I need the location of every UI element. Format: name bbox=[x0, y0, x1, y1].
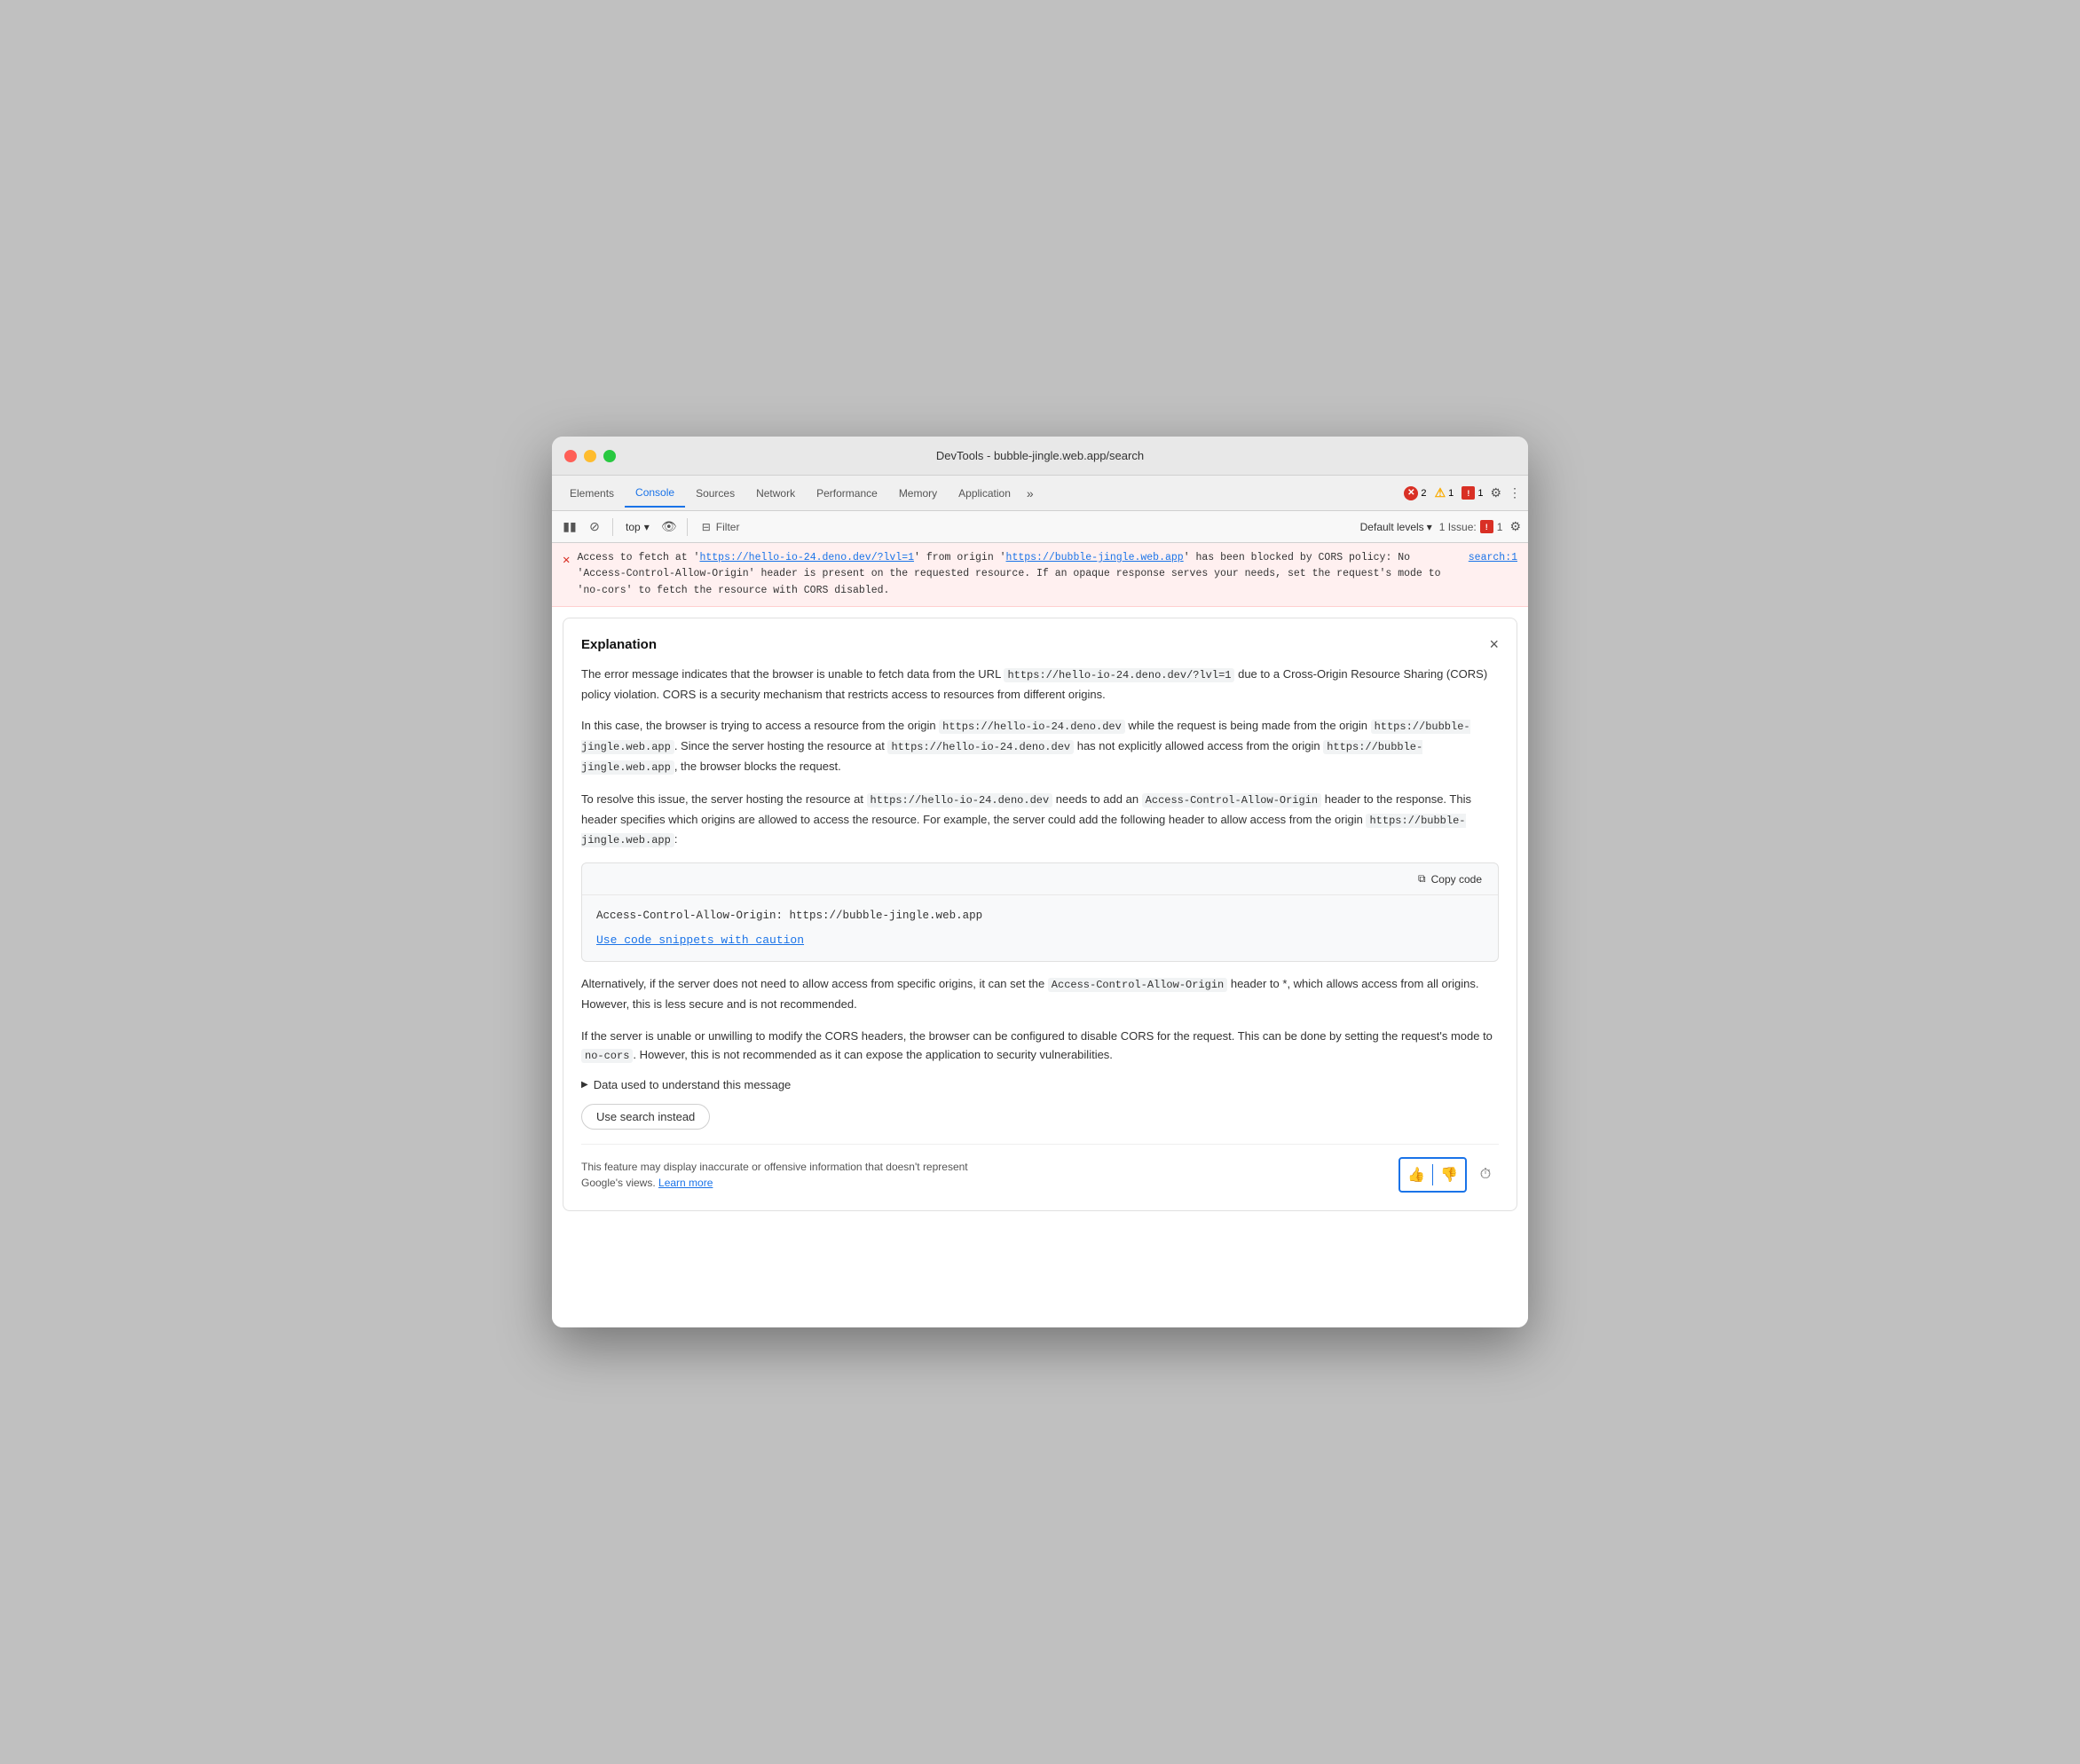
tab-network[interactable]: Network bbox=[745, 480, 806, 507]
error-mid1: ' from origin ' bbox=[914, 552, 1006, 563]
console-settings-icon[interactable]: ⚙ bbox=[1509, 519, 1521, 534]
toolbar-left: ▮▮ ⊘ top ▾ 👁 ⊟ Filter bbox=[559, 516, 746, 538]
error-icon: ✕ bbox=[1404, 486, 1418, 500]
explanation-header: Explanation × bbox=[581, 636, 1499, 652]
filter-area[interactable]: ⊟ Filter bbox=[695, 519, 747, 535]
explanation-title: Explanation bbox=[581, 637, 657, 652]
copy-icon: ⧉ bbox=[1418, 872, 1426, 886]
explanation-para4: Alternatively, if the server does not ne… bbox=[581, 974, 1499, 1013]
toolbar-right: Default levels ▾ 1 Issue: ! 1 ⚙ bbox=[1360, 519, 1521, 534]
explanation-panel: Explanation × The error message indicate… bbox=[563, 618, 1517, 1211]
explanation-para5: If the server is unable or unwilling to … bbox=[581, 1027, 1499, 1066]
warning-count: 1 bbox=[1448, 488, 1454, 499]
explanation-para1: The error message indicates that the bro… bbox=[581, 665, 1499, 704]
use-search-button[interactable]: Use search instead bbox=[581, 1104, 710, 1130]
error-url2[interactable]: https://bubble-jingle.web.app bbox=[1006, 552, 1184, 563]
console-scroll-area[interactable]: ✕ Access to fetch at 'https://hello-io-2… bbox=[552, 543, 1528, 1327]
issue-badge-count: 1 bbox=[1497, 521, 1503, 533]
warning-icon: ⚠ bbox=[1435, 485, 1446, 500]
more-options-icon[interactable]: ⋮ bbox=[1509, 485, 1521, 500]
maximize-button[interactable] bbox=[603, 450, 616, 462]
feedback-area: 👍 👎 ⏱ bbox=[1398, 1157, 1499, 1193]
tab-console[interactable]: Console bbox=[625, 479, 685, 508]
tab-memory[interactable]: Memory bbox=[888, 480, 948, 507]
settings-icon[interactable]: ⚙ bbox=[1490, 485, 1501, 500]
toolbar-separator-1 bbox=[612, 518, 613, 536]
filter-funnel-icon: ⊟ bbox=[702, 521, 711, 533]
tabs-bar: Elements Console Sources Network Perform… bbox=[552, 476, 1528, 511]
copy-code-label: Copy code bbox=[1431, 873, 1482, 886]
error-row-icon: ✕ bbox=[563, 551, 570, 571]
default-levels-arrow: ▾ bbox=[1427, 521, 1432, 533]
error-row-text: Access to fetch at 'https://hello-io-24.… bbox=[577, 550, 1461, 599]
error-row: ✕ Access to fetch at 'https://hello-io-2… bbox=[552, 543, 1528, 607]
error-source-link[interactable]: search:1 bbox=[1469, 550, 1517, 566]
tab-elements[interactable]: Elements bbox=[559, 480, 625, 507]
explanation-para2: In this case, the browser is trying to a… bbox=[581, 716, 1499, 776]
triangle-right-icon: ▶ bbox=[581, 1080, 588, 1090]
issue-badge: 1 Issue: ! 1 bbox=[1439, 520, 1503, 533]
error-url1[interactable]: https://hello-io-24.deno.dev/?lvl=1 bbox=[699, 552, 914, 563]
tab-application[interactable]: Application bbox=[948, 480, 1021, 507]
issue-count: 1 bbox=[1477, 488, 1483, 499]
error-badge: ✕ 2 ⚠ 1 ! 1 bbox=[1404, 485, 1483, 500]
titlebar: DevTools - bubble-jingle.web.app/search bbox=[552, 437, 1528, 476]
top-label: top bbox=[626, 521, 641, 533]
copy-code-button[interactable]: ⧉ Copy code bbox=[1413, 870, 1487, 887]
filter-label: Filter bbox=[716, 521, 740, 533]
window-title: DevTools - bubble-jingle.web.app/search bbox=[936, 449, 1144, 462]
more-tabs-button[interactable]: » bbox=[1021, 486, 1039, 500]
feedback-group: 👍 👎 bbox=[1398, 1157, 1467, 1193]
minimize-button[interactable] bbox=[584, 450, 596, 462]
default-levels-label: Default levels bbox=[1360, 521, 1424, 533]
caution-link[interactable]: Use code snippets with caution bbox=[596, 932, 1484, 949]
dropdown-arrow: ▾ bbox=[644, 521, 650, 533]
issue-badge-icon: ! bbox=[1480, 520, 1493, 533]
learn-more-link[interactable]: Learn more bbox=[658, 1177, 713, 1189]
tab-performance[interactable]: Performance bbox=[806, 480, 888, 507]
tab-sources[interactable]: Sources bbox=[685, 480, 745, 507]
code-line: Access-Control-Allow-Origin: https://bub… bbox=[596, 908, 1484, 925]
data-used-label: Data used to understand this message bbox=[594, 1078, 792, 1091]
console-toolbar: ▮▮ ⊘ top ▾ 👁 ⊟ Filter Default levels ▾ bbox=[552, 511, 1528, 543]
explanation-para3: To resolve this issue, the server hostin… bbox=[581, 790, 1499, 850]
data-used-section[interactable]: ▶ Data used to understand this message bbox=[581, 1078, 1499, 1091]
disclaimer-body: This feature may display inaccurate or o… bbox=[581, 1161, 968, 1189]
clear-console-icon[interactable]: ⊘ bbox=[584, 516, 605, 538]
toolbar-separator-2 bbox=[687, 518, 688, 536]
error-mid2: ' has bbox=[1184, 552, 1215, 563]
tabs-right: ✕ 2 ⚠ 1 ! 1 ⚙ ⋮ bbox=[1404, 485, 1521, 500]
context-selector[interactable]: top ▾ bbox=[620, 519, 655, 535]
disclaimer-text: This feature may display inaccurate or o… bbox=[581, 1159, 1007, 1191]
eye-icon[interactable]: 👁 bbox=[658, 516, 680, 538]
info-button[interactable]: ⏱ bbox=[1472, 1162, 1499, 1188]
error-prefix: Access to fetch at ' bbox=[577, 552, 699, 563]
issue-icon: ! bbox=[1462, 486, 1475, 500]
thumbs-up-button[interactable]: 👍 bbox=[1400, 1159, 1432, 1191]
default-levels-selector[interactable]: Default levels ▾ bbox=[1360, 521, 1432, 533]
sidebar-toggle-icon[interactable]: ▮▮ bbox=[559, 516, 580, 538]
close-button[interactable] bbox=[564, 450, 577, 462]
code-block-body: Access-Control-Allow-Origin: https://bub… bbox=[582, 895, 1498, 961]
code-block: ⧉ Copy code Access-Control-Allow-Origin:… bbox=[581, 862, 1499, 962]
code-block-header: ⧉ Copy code bbox=[582, 863, 1498, 895]
close-button[interactable]: × bbox=[1489, 636, 1499, 652]
issue-label: 1 Issue: bbox=[1439, 521, 1477, 533]
thumbs-down-button[interactable]: 👎 bbox=[1433, 1159, 1465, 1191]
traffic-lights bbox=[564, 450, 616, 462]
error-count: 2 bbox=[1421, 488, 1426, 499]
disclaimer-area: This feature may display inaccurate or o… bbox=[581, 1144, 1499, 1193]
